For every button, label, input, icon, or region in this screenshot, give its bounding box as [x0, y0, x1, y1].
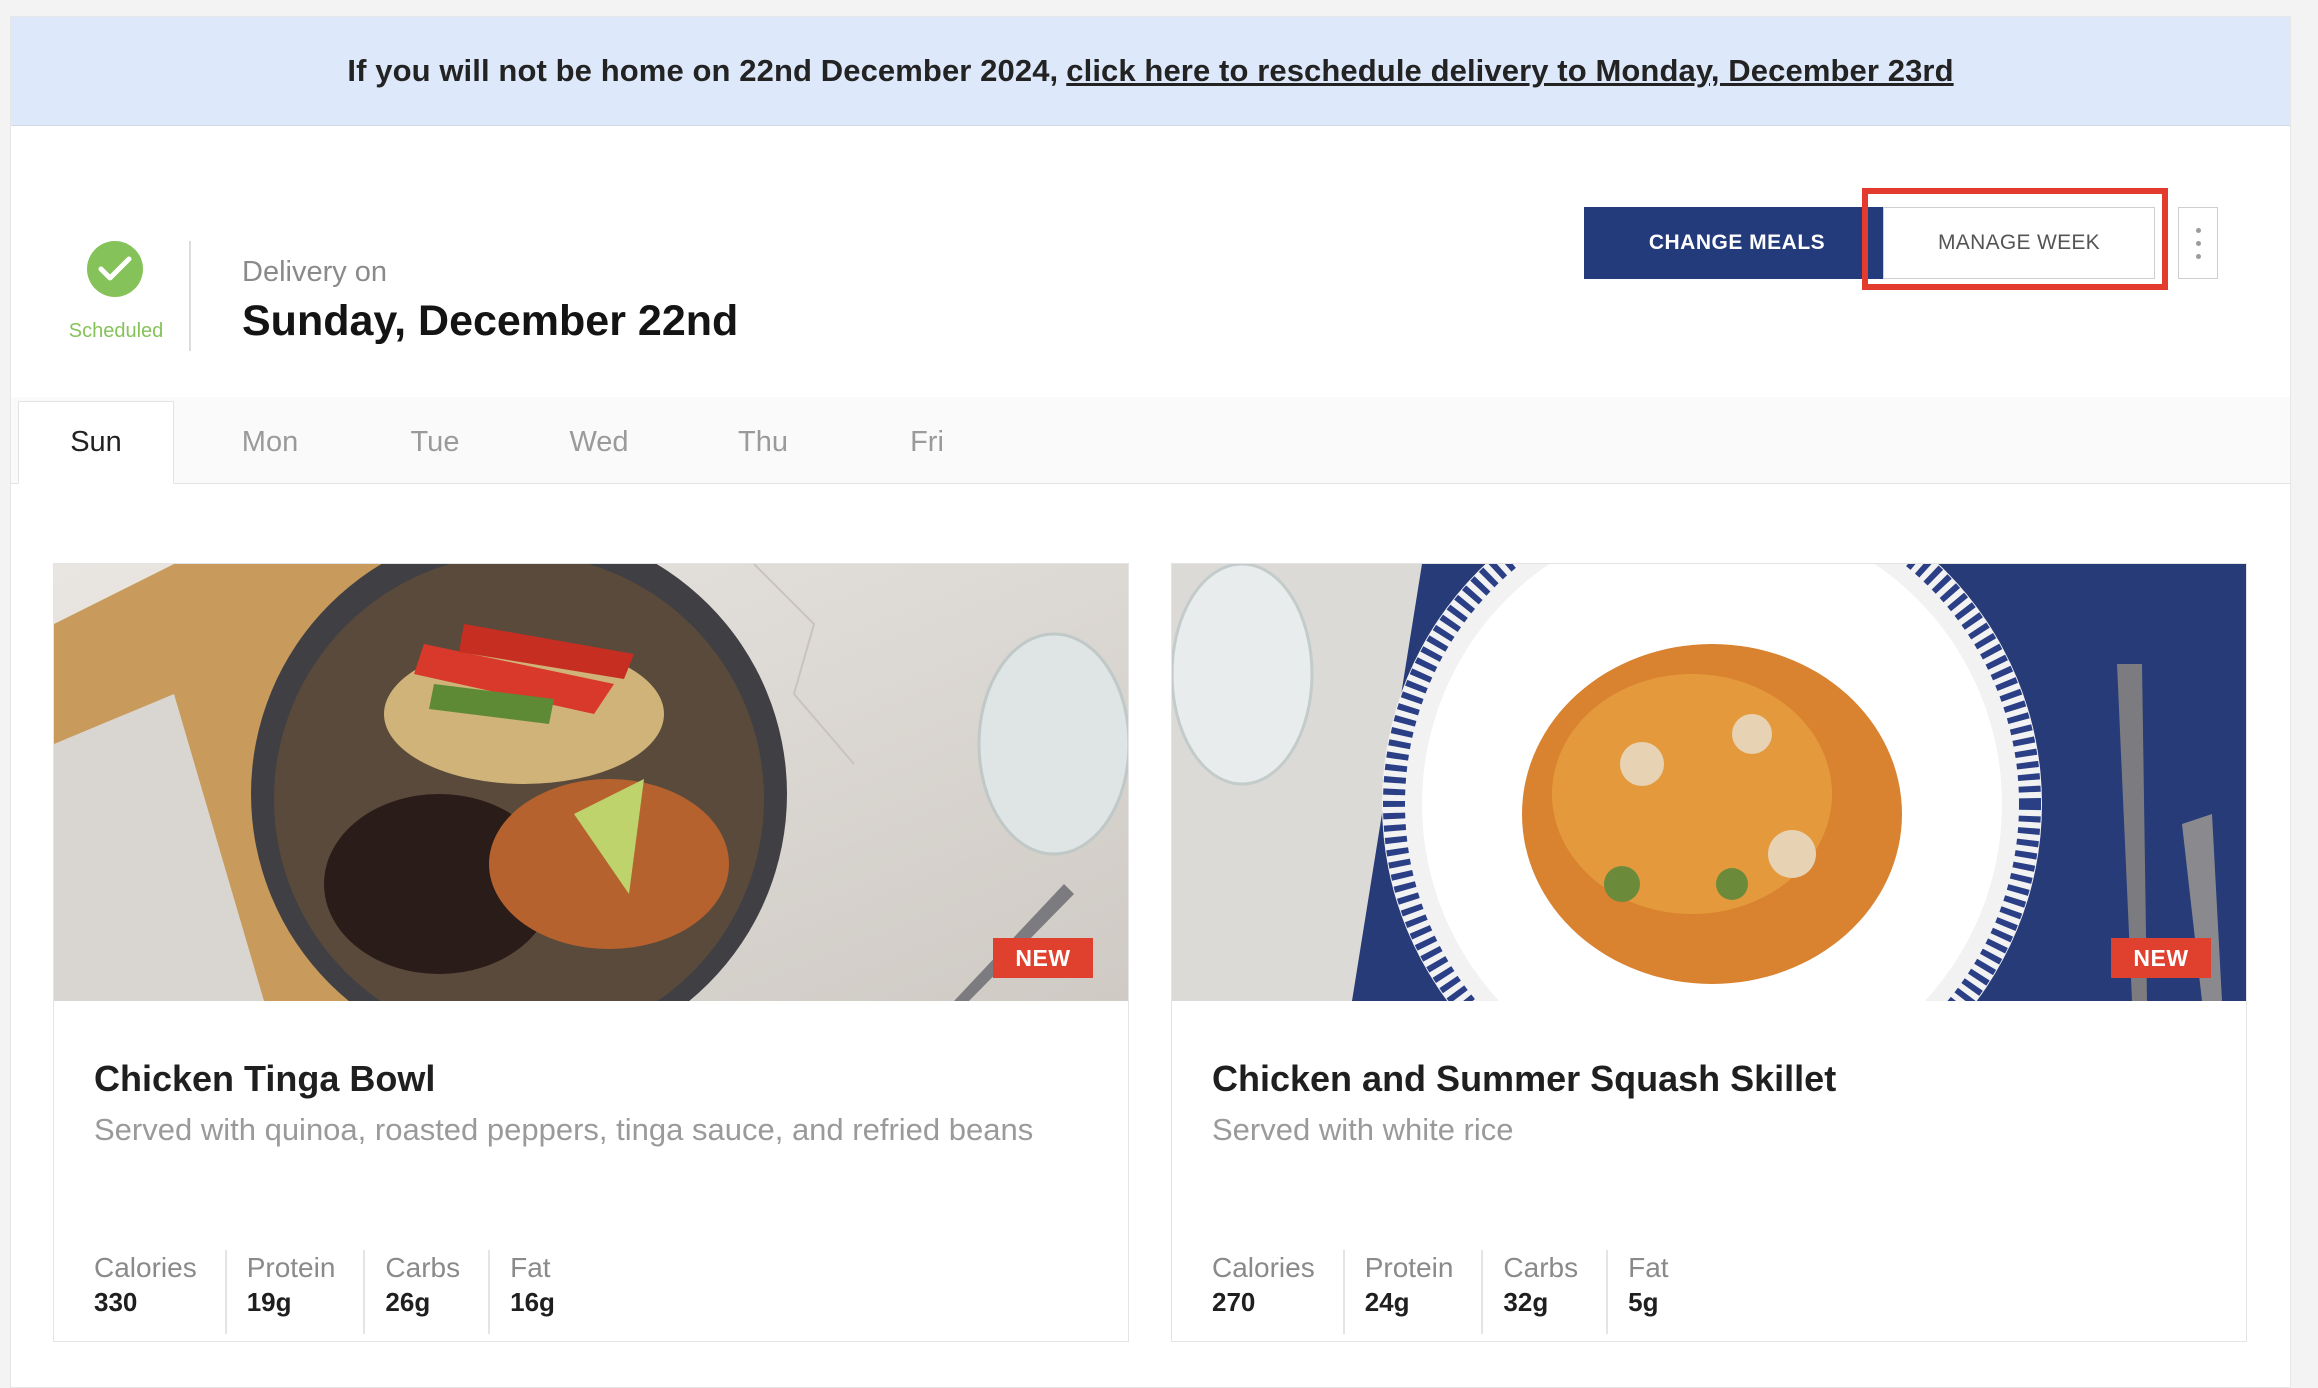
- tab-sun[interactable]: Sun: [18, 401, 174, 484]
- reschedule-banner: If you will not be home on 22nd December…: [11, 17, 2290, 126]
- check-circle-icon: [87, 241, 143, 297]
- nutrition-value: 5g: [1628, 1287, 1659, 1317]
- more-vertical-icon[interactable]: [2178, 207, 2218, 279]
- nutrition-label: Protein: [246, 1252, 336, 1283]
- tab-thu[interactable]: Thu: [685, 401, 841, 483]
- nutrition-value: 16g: [510, 1287, 555, 1317]
- tab-tue[interactable]: Tue: [357, 401, 513, 483]
- meal-description: Served with white rice: [1212, 1112, 1514, 1147]
- nutrition-label: Fat: [1628, 1252, 1669, 1283]
- banner-text: If you will not be home on 22nd December…: [347, 53, 1059, 88]
- nutrition-label: Carbs: [385, 1252, 461, 1283]
- tab-fri[interactable]: Fri: [849, 401, 1005, 483]
- delivery-page: If you will not be home on 22nd December…: [10, 16, 2291, 1388]
- reschedule-link[interactable]: click here to reschedule delivery to Mon…: [1066, 53, 1953, 89]
- nutrition-label: Protein: [1364, 1252, 1454, 1283]
- day-tabs: [11, 397, 2290, 484]
- meal-card[interactable]: NEW Chicken Tinga Bowl Served with quino…: [53, 563, 1129, 1342]
- tab-wed[interactable]: Wed: [521, 401, 677, 483]
- status-label: Scheduled: [68, 320, 164, 342]
- meal-title[interactable]: Chicken and Summer Squash Skillet: [1212, 1058, 1836, 1100]
- nutrition-value: 270: [1212, 1287, 1256, 1317]
- nutrition-facts: Calories 270 Protein 24g Carbs 32g Fat 5…: [1212, 1250, 1717, 1334]
- change-meals-button[interactable]: CHANGE MEALS: [1584, 207, 1890, 279]
- new-badge: NEW: [993, 938, 1093, 978]
- delivery-label: Delivery on: [242, 256, 388, 288]
- manage-week-button[interactable]: MANAGE WEEK: [1883, 207, 2155, 279]
- nutrition-protein: Protein 19g: [247, 1250, 366, 1334]
- nutrition-value: 24g: [1364, 1287, 1410, 1317]
- nutrition-fat: Fat 16g: [510, 1250, 583, 1334]
- nutrition-value: 32g: [1503, 1287, 1549, 1317]
- meal-card[interactable]: NEW Chicken and Summer Squash Skillet Se…: [1171, 563, 2247, 1342]
- meal-title[interactable]: Chicken Tinga Bowl: [94, 1058, 435, 1100]
- new-badge: NEW: [2111, 938, 2211, 978]
- nutrition-facts: Calories 330 Protein 19g Carbs 26g Fat 1…: [94, 1250, 603, 1334]
- nutrition-carbs: Carbs 32g: [1503, 1250, 1609, 1334]
- nutrition-value: 19g: [246, 1287, 292, 1317]
- tab-mon[interactable]: Mon: [192, 401, 348, 483]
- nutrition-label: Carbs: [1503, 1252, 1579, 1283]
- nutrition-label: Fat: [510, 1252, 551, 1283]
- nutrition-protein: Protein 24g: [1365, 1250, 1484, 1334]
- meal-description: Served with quinoa, roasted peppers, tin…: [94, 1112, 1034, 1147]
- nutrition-label: Calories: [1212, 1252, 1315, 1283]
- nutrition-fat: Fat 5g: [1628, 1250, 1696, 1334]
- nutrition-value: 330: [94, 1287, 138, 1317]
- status-divider: [189, 241, 191, 351]
- nutrition-calories: Calories 270: [1212, 1250, 1345, 1334]
- meal-image: [1172, 564, 2246, 1001]
- delivery-date: Sunday, December 22nd: [242, 297, 739, 345]
- nutrition-calories: Calories 330: [94, 1250, 227, 1334]
- nutrition-value: 26g: [385, 1287, 431, 1317]
- meal-image: [54, 564, 1128, 1001]
- nutrition-carbs: Carbs 26g: [385, 1250, 491, 1334]
- nutrition-label: Calories: [94, 1252, 197, 1283]
